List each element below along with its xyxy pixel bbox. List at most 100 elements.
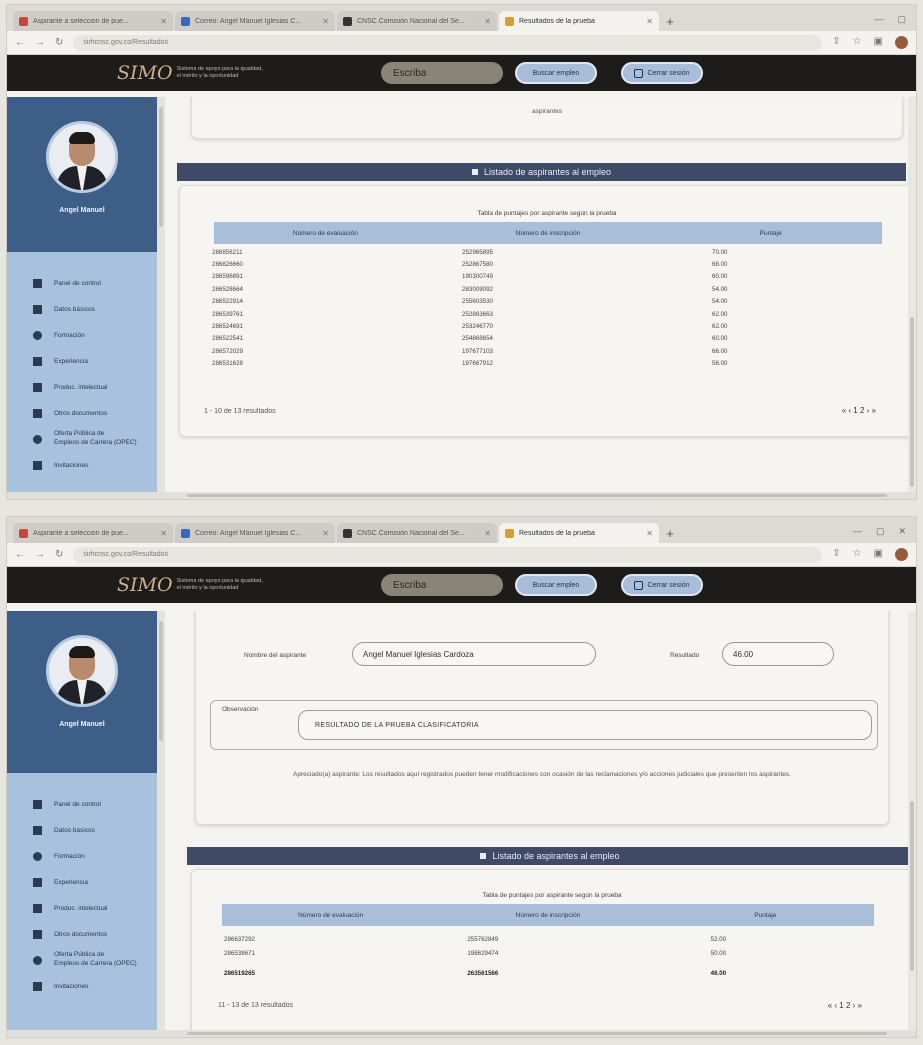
share-icon[interactable]: ⇪ xyxy=(832,36,840,49)
horizontal-scrollbar[interactable] xyxy=(7,492,916,499)
sidebar-item-formacion[interactable]: Formación xyxy=(7,843,157,869)
sidebar-item-label: Formación xyxy=(54,331,85,339)
results-count: 11 - 13 de 13 resultados xyxy=(218,1002,293,1009)
table-body: 286637292 255762849 52.00 286538671 1966294… xyxy=(220,932,874,986)
url-input[interactable]: sirhcnsc.gov.co/Resultados xyxy=(73,34,823,51)
search-input[interactable]: Escriba xyxy=(381,574,503,596)
sidebar-item-label: Oferta Pública de xyxy=(54,430,105,438)
profile-icon[interactable] xyxy=(895,36,908,49)
sidebar-scrollbar[interactable] xyxy=(157,611,165,1037)
maximize-icon[interactable]: ▢ xyxy=(897,14,906,25)
maximize-icon[interactable]: ▢ xyxy=(876,526,885,537)
sidebar-item-produccion-intelectual[interactable]: Produc. intelectual xyxy=(7,374,157,400)
table-header: Número de evaluación Número de inscripci… xyxy=(214,222,882,244)
page-scrollbar[interactable] xyxy=(908,611,916,1037)
logout-button[interactable]: Cerrar sesión xyxy=(621,62,703,84)
reload-icon[interactable]: ↻ xyxy=(55,37,63,48)
sidebar-item-label: Formación xyxy=(54,852,85,860)
sidebar-item-produccion-intelectual[interactable]: Produc. intelectual xyxy=(7,895,157,921)
simo-logo[interactable]: SIMO Sistema de apoyo para la igualdad, el… xyxy=(117,574,263,596)
browser-tab[interactable]: CNSC Comisión Nacional del Se... ✕ xyxy=(337,11,497,31)
column-header[interactable]: Número de inscripción xyxy=(439,912,656,919)
search-jobs-button[interactable]: Buscar empleo xyxy=(515,574,597,596)
sidebar-item-label: Experiencia xyxy=(54,878,88,886)
sidebar-item-panel-de-control[interactable]: Panel de control xyxy=(7,791,157,817)
forward-icon[interactable]: → xyxy=(35,37,45,48)
back-icon[interactable]: ← xyxy=(15,549,25,560)
logo-mark: SIMO xyxy=(117,62,173,84)
extensions-icon[interactable]: ▣ xyxy=(874,548,883,561)
table-caption: Tabla de puntajes por aspirante según la… xyxy=(482,892,622,899)
close-tab-icon[interactable]: ✕ xyxy=(484,17,491,26)
sidebar-item-otros-documentos[interactable]: Otros documentos xyxy=(7,921,157,947)
sidebar-item-experiencia[interactable]: Experiencia xyxy=(7,348,157,374)
user-name: Angel Manuel xyxy=(59,721,105,728)
pagination[interactable]: « ‹ 1 2 › » xyxy=(828,1001,862,1010)
reload-icon[interactable]: ↻ xyxy=(55,549,63,560)
horizontal-scrollbar[interactable] xyxy=(7,1030,916,1037)
simo-logo[interactable]: SIMO Sistema de apoyo para la igualdad, el… xyxy=(117,62,263,84)
close-tab-icon[interactable]: ✕ xyxy=(646,529,653,538)
document-icon xyxy=(33,408,42,418)
new-tab-button[interactable]: + xyxy=(661,523,679,543)
sidebar-item-experiencia[interactable]: Experiencia xyxy=(7,869,157,895)
close-tab-icon[interactable]: ✕ xyxy=(322,17,329,26)
close-window-icon[interactable]: ✕ xyxy=(898,526,906,537)
column-header: Puntaje xyxy=(754,911,777,919)
sidebar-item-invitaciones[interactable]: Invitaciones xyxy=(7,973,157,999)
app-header: SIMO Sistema de apoyo para la igualdad, el… xyxy=(7,567,916,603)
sidebar-item-label: Empleos de Carrera (OPEC) xyxy=(54,439,137,446)
logout-button[interactable]: Cerrar sesión xyxy=(621,574,703,596)
close-tab-icon[interactable]: ✕ xyxy=(322,529,329,538)
table-row: 286522914 255603530 54.00 xyxy=(212,298,728,306)
browser-tab-active[interactable]: Resultados de la prueba ✕ xyxy=(499,11,659,31)
sidebar-item-datos-basicos[interactable]: Datos básicos xyxy=(7,296,157,322)
minimize-icon[interactable]: — xyxy=(853,526,862,537)
sidebar-item-otros-documentos[interactable]: Otros documentos xyxy=(7,400,157,426)
browser-tab-active[interactable]: Resultados de la prueba ✕ xyxy=(499,523,659,543)
column-header[interactable]: Número de evaluación xyxy=(214,230,437,237)
close-tab-icon[interactable]: ✕ xyxy=(160,529,167,538)
app-header: SIMO Sistema de apoyo para la igualdad, el… xyxy=(7,55,916,91)
new-tab-button[interactable]: + xyxy=(661,11,679,31)
column-header[interactable]: Número de evaluación xyxy=(222,912,439,919)
star-icon[interactable]: ☆ xyxy=(853,36,862,49)
disclaimer-note: Apreciado(a) aspirante: Los resultados a… xyxy=(293,771,791,778)
pagination[interactable]: « ‹ 1 2 › » xyxy=(842,406,876,415)
sidebar-item-label: Panel de control xyxy=(54,800,101,808)
browser-tab[interactable]: Correo: Angel Manuel Iglesias C... ✕ xyxy=(175,523,335,543)
browser-tab[interactable]: Aspirante a selección de pue... ✕ xyxy=(13,523,173,543)
sidebar-item-opec[interactable]: Oferta Pública de Empleos de Carrera (OPE… xyxy=(7,947,157,973)
profile-icon[interactable] xyxy=(895,548,908,561)
sidebar-item-panel-de-control[interactable]: Panel de control xyxy=(7,270,157,296)
user-data-icon xyxy=(33,304,42,314)
sidebar-item-opec[interactable]: Oferta Pública de Empleos de Carrera (OPE… xyxy=(7,426,157,452)
applicants-table-card: Tabla de puntajes por aspirante según la… xyxy=(191,869,913,1037)
search-input[interactable]: Escriba xyxy=(381,62,503,84)
section-header: Listado de aspirantes al empleo xyxy=(177,163,906,181)
minimize-icon[interactable]: — xyxy=(874,14,883,25)
sidebar-item-datos-basicos[interactable]: Datos básicos xyxy=(7,817,157,843)
url-input[interactable]: sirhcnsc.gov.co/Resultados xyxy=(73,546,823,563)
page-scrollbar[interactable] xyxy=(908,97,916,499)
browser-tab[interactable]: Aspirante a selección de pue... ✕ xyxy=(13,11,173,31)
observation-field: RESULTADO DE LA PRUEBA CLASIFICATORIA xyxy=(298,710,872,740)
sidebar-item-formacion[interactable]: Formación xyxy=(7,322,157,348)
close-tab-icon[interactable]: ✕ xyxy=(646,17,653,26)
forward-icon[interactable]: → xyxy=(35,549,45,560)
simo-icon xyxy=(505,528,514,538)
sidebar-item-invitaciones[interactable]: Invitaciones xyxy=(7,452,157,478)
sidebar-scrollbar[interactable] xyxy=(157,97,165,499)
close-tab-icon[interactable]: ✕ xyxy=(160,17,167,26)
close-tab-icon[interactable]: ✕ xyxy=(484,529,491,538)
star-icon[interactable]: ☆ xyxy=(853,548,862,561)
back-icon[interactable]: ← xyxy=(15,37,25,48)
sidebar-menu: Panel de control Datos básicos Formación… xyxy=(7,773,157,999)
browser-tab[interactable]: CNSC Comisión Nacional del Se... ✕ xyxy=(337,523,497,543)
column-header[interactable]: Número de inscripción xyxy=(437,230,660,237)
search-jobs-button[interactable]: Buscar empleo xyxy=(515,62,597,84)
browser-tab[interactable]: Correo: Angel Manuel Iglesias C... ✕ xyxy=(175,11,335,31)
extensions-icon[interactable]: ▣ xyxy=(874,36,883,49)
tab-strip: Aspirante a selección de pue... ✕ Correo:… xyxy=(7,517,916,543)
share-icon[interactable]: ⇪ xyxy=(832,548,840,561)
